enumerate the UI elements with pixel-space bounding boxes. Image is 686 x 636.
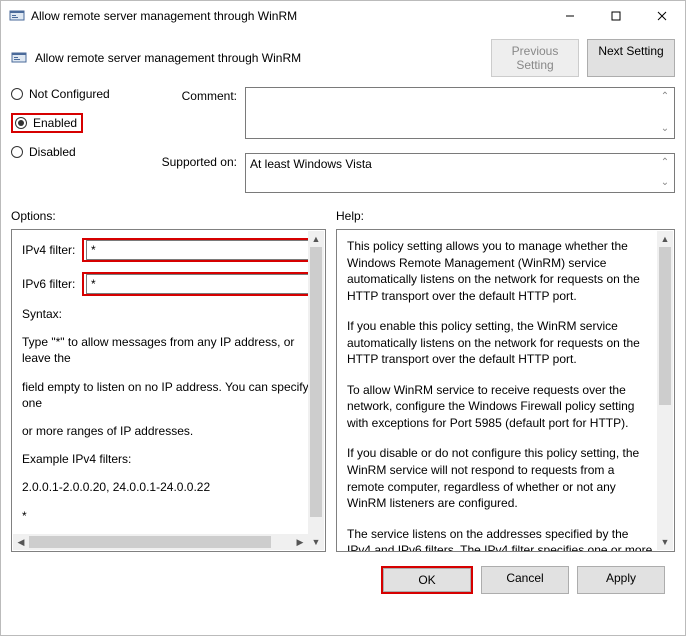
dialog-buttons: OK Cancel Apply — [11, 556, 675, 604]
scroll-right-icon[interactable]: ▶ — [292, 534, 308, 550]
supported-on-label: Supported on: — [151, 153, 245, 193]
help-label: Help: — [336, 207, 675, 229]
radio-label: Disabled — [29, 145, 76, 159]
radio-label: Not Configured — [29, 87, 110, 101]
help-panel: This policy setting allows you to manage… — [336, 229, 675, 552]
ipv4-filter-input[interactable] — [86, 240, 311, 260]
enabled-radio[interactable]: Enabled — [11, 113, 151, 133]
close-button[interactable] — [639, 1, 685, 31]
help-text: To allow WinRM service to receive reques… — [347, 382, 654, 432]
radio-icon — [11, 88, 23, 100]
supported-on-field: At least Windows Vista ⌃ ⌄ — [245, 153, 675, 193]
scroll-down-icon[interactable]: ▼ — [308, 534, 324, 550]
supported-on-value: At least Windows Vista — [250, 157, 372, 171]
ipv6-filter-input[interactable] — [86, 274, 311, 294]
options-text: Type "*" to allow messages from any IP a… — [22, 334, 315, 366]
example-star: * — [22, 508, 315, 524]
previous-setting-button: Previous Setting — [491, 39, 579, 77]
minimize-button[interactable] — [547, 1, 593, 31]
example-label: Example IPv4 filters: — [22, 451, 315, 467]
maximize-button[interactable] — [593, 1, 639, 31]
title-bar: Allow remote server management through W… — [1, 1, 685, 31]
example-value: 2.0.0.1-2.0.0.20, 24.0.0.1-24.0.0.22 — [22, 479, 315, 495]
app-icon — [9, 8, 25, 24]
policy-header: Allow remote server management through W… — [11, 39, 675, 77]
next-setting-button[interactable]: Next Setting — [587, 39, 675, 77]
window-title: Allow remote server management through W… — [31, 9, 547, 23]
ipv4-filter-label: IPv4 filter: — [22, 243, 82, 257]
scroll-down-icon[interactable]: ⌄ — [658, 176, 672, 190]
help-vertical-scrollbar[interactable]: ▲ ▼ — [657, 231, 673, 550]
scroll-down-icon[interactable]: ⌄ — [658, 122, 672, 136]
syntax-label: Syntax: — [22, 306, 315, 322]
scroll-up-icon[interactable]: ⌃ — [658, 90, 672, 104]
help-text: If you disable or do not configure this … — [347, 445, 654, 511]
options-label: Options: — [11, 207, 326, 229]
scroll-left-icon[interactable]: ◀ — [13, 534, 29, 550]
radio-icon — [11, 146, 23, 158]
options-panel: IPv4 filter: IPv6 filter: Syntax: Type "… — [11, 229, 326, 552]
options-horizontal-scrollbar[interactable]: ◀ ▶ — [13, 534, 308, 550]
radio-label: Enabled — [33, 116, 77, 130]
help-text: If you enable this policy setting, the W… — [347, 318, 654, 368]
radio-icon — [15, 117, 27, 129]
scroll-up-icon[interactable]: ▲ — [308, 231, 324, 247]
comment-label: Comment: — [151, 87, 245, 139]
ipv6-filter-label: IPv6 filter: — [22, 277, 82, 291]
apply-button[interactable]: Apply — [577, 566, 665, 594]
scroll-up-icon[interactable]: ⌃ — [658, 156, 672, 170]
not-configured-radio[interactable]: Not Configured — [11, 87, 151, 101]
state-radio-group: Not Configured Enabled Disabled — [11, 87, 151, 207]
cancel-button[interactable]: Cancel — [481, 566, 569, 594]
disabled-radio[interactable]: Disabled — [11, 145, 151, 159]
options-vertical-scrollbar[interactable]: ▲ ▼ — [308, 231, 324, 550]
options-text: field empty to listen on no IP address. … — [22, 379, 315, 411]
scroll-down-icon[interactable]: ▼ — [657, 534, 673, 550]
help-text: The service listens on the addresses spe… — [347, 526, 654, 552]
comment-textarea[interactable]: ⌃ ⌄ — [245, 87, 675, 139]
ok-button[interactable]: OK — [383, 568, 471, 592]
policy-title: Allow remote server management through W… — [35, 51, 491, 65]
scroll-up-icon[interactable]: ▲ — [657, 231, 673, 247]
options-text: or more ranges of IP addresses. — [22, 423, 315, 439]
policy-icon — [11, 50, 27, 66]
help-text: This policy setting allows you to manage… — [347, 238, 654, 304]
